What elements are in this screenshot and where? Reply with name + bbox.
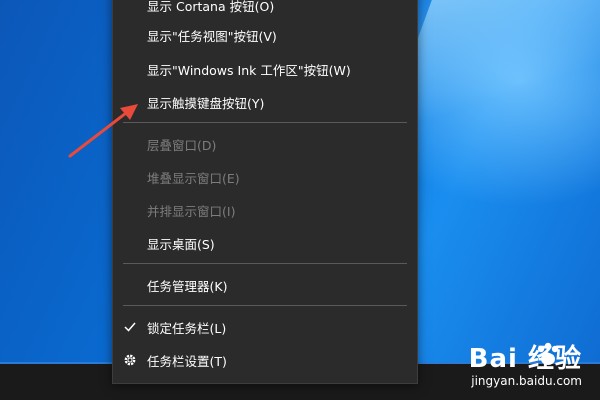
menu-item-label: 堆叠显示窗口(E) [147,170,240,186]
menu-item-show-touch-keyboard[interactable]: 显示触摸键盘按钮(Y) [113,87,417,117]
menu-item-lock-taskbar[interactable]: 锁定任务栏(L) [113,312,417,342]
menu-item-cascade-windows: 层叠窗口(D) [113,129,417,159]
menu-separator [123,122,407,123]
menu-item-label: 显示"Windows Ink 工作区"按钮(W) [147,62,351,78]
menu-item-show-desktop[interactable]: 显示桌面(S) [113,228,417,258]
menu-item-label: 锁定任务栏(L) [147,320,227,336]
menu-item-label: 显示"任务视图"按钮(V) [147,28,277,44]
paw-icon [537,342,558,365]
menu-item-show-windows-ink[interactable]: 显示"Windows Ink 工作区"按钮(W) [113,54,417,84]
taskbar-context-menu: 显示 Cortana 按钮(O) 显示"任务视图"按钮(V) 显示"Window… [112,0,418,384]
menu-separator [123,305,407,306]
menu-item-label: 显示触摸键盘按钮(Y) [147,95,265,111]
menu-separator [123,263,407,264]
menu-item-stack-windows: 堆叠显示窗口(E) [113,162,417,192]
menu-item-show-cortana[interactable]: 显示 Cortana 按钮(O) [113,0,417,20]
menu-item-label: 显示 Cortana 按钮(O) [147,0,275,14]
menu-item-taskbar-settings[interactable]: 任务栏设置(T) [113,345,417,375]
watermark-brand: Bai 经验 [468,344,582,374]
watermark-url: jingyan.baidu.com [471,374,582,388]
gear-icon [121,351,139,369]
menu-item-side-by-side-windows: 并排显示窗口(I) [113,195,417,225]
checkmark-icon [121,318,139,336]
menu-item-label: 显示桌面(S) [147,236,215,252]
menu-item-label: 任务管理器(K) [147,278,228,294]
menu-item-label: 任务栏设置(T) [147,353,227,369]
menu-item-task-manager[interactable]: 任务管理器(K) [113,270,417,300]
menu-item-label: 层叠窗口(D) [147,137,217,153]
menu-item-label: 并排显示窗口(I) [147,203,236,219]
menu-item-show-task-view[interactable]: 显示"任务视图"按钮(V) [113,20,417,50]
baidu-jingyan-watermark: Bai 经验 jingyan.baidu.com [468,338,582,388]
red-arrow-annotation [68,104,138,158]
